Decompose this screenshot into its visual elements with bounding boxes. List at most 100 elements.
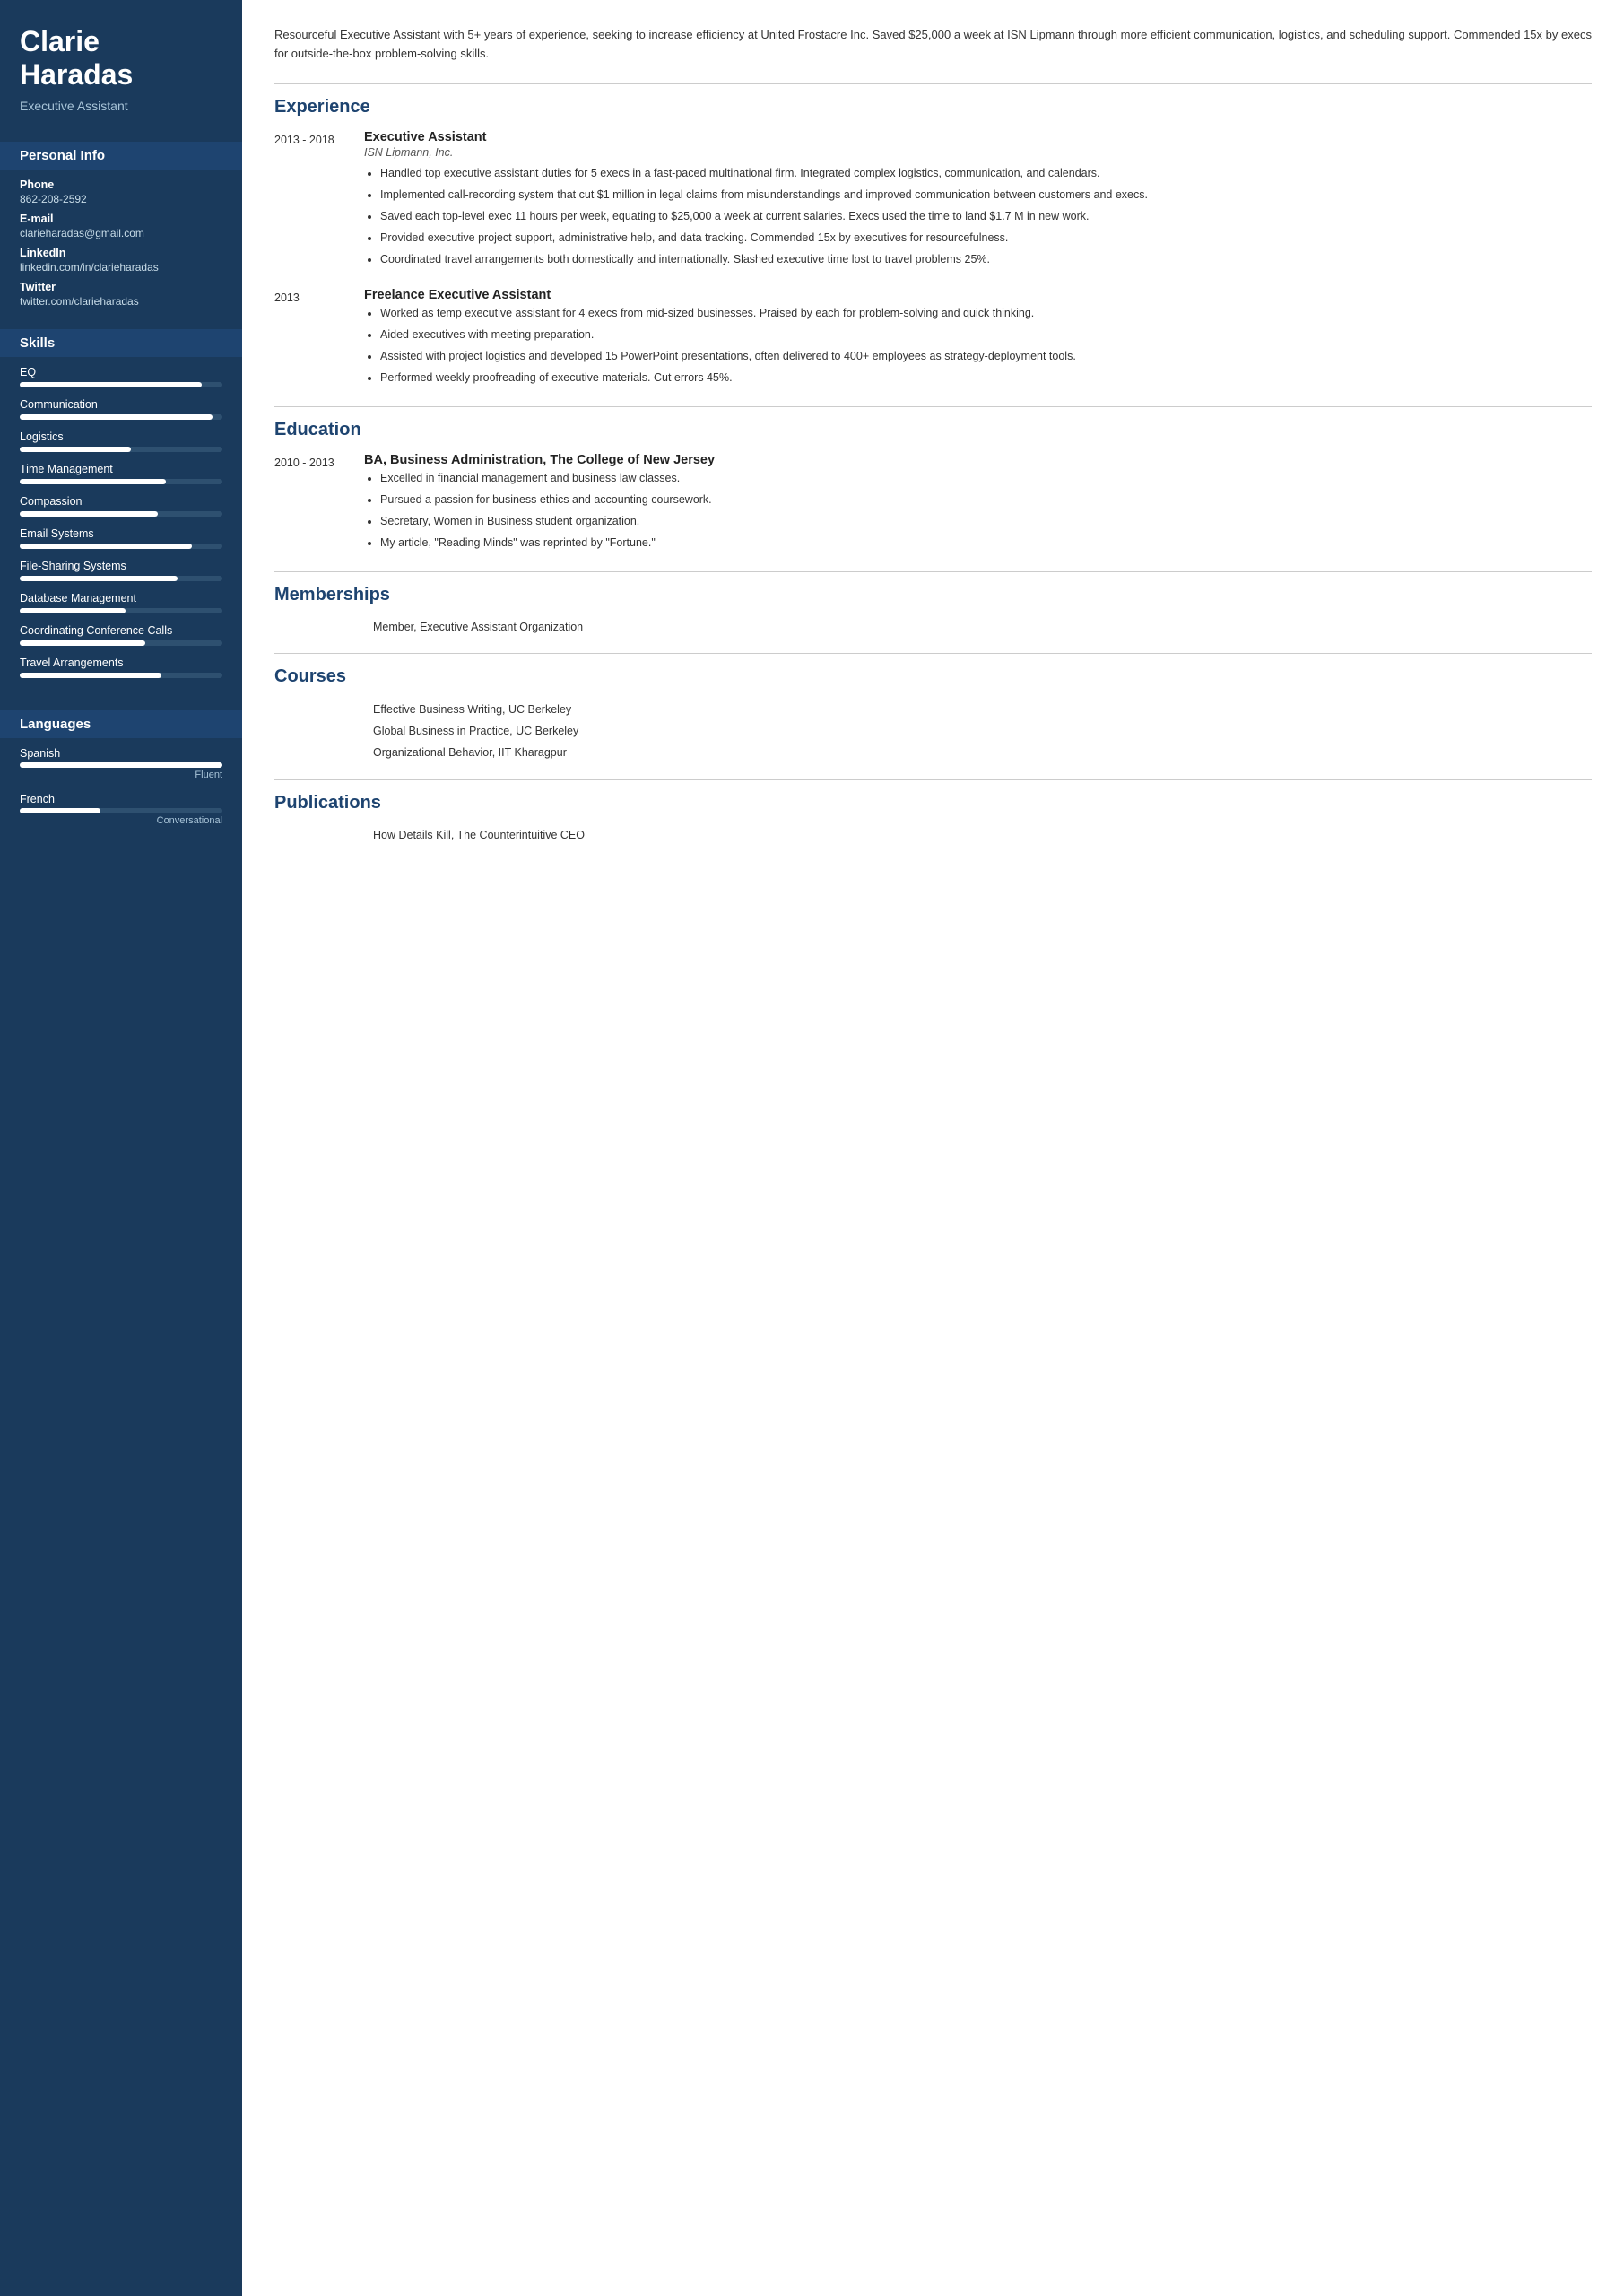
skill-name: Logistics — [20, 430, 222, 443]
skill-name: Email Systems — [20, 527, 222, 540]
skill-bar-bg — [20, 673, 222, 678]
languages-heading: Languages — [0, 710, 242, 738]
email-label: E-mail — [20, 213, 222, 225]
skill-item: Communication — [20, 398, 222, 420]
bullet: My article, "Reading Minds" was reprinte… — [380, 534, 1592, 552]
bullet: Provided executive project support, admi… — [380, 229, 1592, 247]
skill-bar-fill — [20, 479, 166, 484]
entry-body: BA, Business Administration, The College… — [364, 453, 1592, 555]
sidebar: Clarie Haradas Executive Assistant Perso… — [0, 0, 242, 2296]
publication-item: How Details Kill, The Counterintuitive C… — [274, 826, 1592, 845]
course-item: Organizational Behavior, IIT Kharagpur — [373, 743, 1592, 764]
bullet: Coordinated travel arrangements both dom… — [380, 250, 1592, 268]
skills-list: EQ Communication Logistics Time Manageme… — [20, 366, 222, 678]
course-item: Effective Business Writing, UC Berkeley — [373, 700, 1592, 721]
courses-heading: Courses — [274, 666, 1592, 687]
skill-bar-fill — [20, 382, 202, 387]
bullet: Handled top executive assistant duties f… — [380, 164, 1592, 182]
entry-body: Executive Assistant ISN Lipmann, Inc. Ha… — [364, 130, 1592, 272]
memberships-heading: Memberships — [274, 585, 1592, 605]
linkedin-label: LinkedIn — [20, 247, 222, 259]
entry-company: ISN Lipmann, Inc. — [364, 146, 1592, 159]
bullet: Aided executives with meeting preparatio… — [380, 326, 1592, 344]
skill-item: File-Sharing Systems — [20, 560, 222, 581]
entry-date: 2013 — [274, 288, 364, 390]
summary: Resourceful Executive Assistant with 5+ … — [274, 25, 1592, 64]
language-bar-fill — [20, 762, 222, 768]
skill-item: EQ — [20, 366, 222, 387]
skill-item: Time Management — [20, 463, 222, 484]
publications-heading: Publications — [274, 793, 1592, 813]
language-name: French — [20, 793, 222, 805]
bullet: Worked as temp executive assistant for 4… — [380, 304, 1592, 322]
skill-bar-bg — [20, 479, 222, 484]
skill-item: Email Systems — [20, 527, 222, 549]
courses-list-ul: Effective Business Writing, UC BerkeleyG… — [274, 700, 1592, 763]
divider-courses — [274, 653, 1592, 654]
language-bar-fill — [20, 808, 100, 813]
skill-bar-fill — [20, 447, 131, 452]
experience-heading: Experience — [274, 97, 1592, 117]
entry: 2013 - 2018 Executive Assistant ISN Lipm… — [274, 130, 1592, 272]
skill-bar-bg — [20, 511, 222, 517]
personal-info-heading: Personal Info — [0, 142, 242, 170]
skill-name: File-Sharing Systems — [20, 560, 222, 572]
education-entries: 2010 - 2013 BA, Business Administration,… — [274, 453, 1592, 555]
skills-section: Skills EQ Communication Logistics Time M… — [0, 317, 242, 698]
divider-publications — [274, 779, 1592, 780]
linkedin-value: linkedin.com/in/clarieharadas — [20, 261, 222, 274]
entry-title: Freelance Executive Assistant — [364, 288, 1592, 302]
entry-date: 2013 - 2018 — [274, 130, 364, 272]
divider-education — [274, 406, 1592, 407]
sidebar-header: Clarie Haradas Executive Assistant — [0, 0, 242, 129]
language-name: Spanish — [20, 747, 222, 760]
skill-bar-fill — [20, 608, 126, 613]
phone-value: 862-208-2592 — [20, 193, 222, 205]
skill-bar-fill — [20, 544, 192, 549]
entry-bullets: Excelled in financial management and bus… — [364, 469, 1592, 552]
language-level: Conversational — [20, 815, 222, 826]
entry: 2010 - 2013 BA, Business Administration,… — [274, 453, 1592, 555]
skill-name: Database Management — [20, 592, 222, 604]
membership-item: Member, Executive Assistant Organization — [274, 618, 1592, 637]
main-content: Resourceful Executive Assistant with 5+ … — [242, 0, 1624, 2296]
experience-entries: 2013 - 2018 Executive Assistant ISN Lipm… — [274, 130, 1592, 390]
candidate-name: Clarie Haradas — [20, 25, 222, 91]
entry: 2013 Freelance Executive Assistant Worke… — [274, 288, 1592, 390]
courses-list: Effective Business Writing, UC BerkeleyG… — [274, 700, 1592, 763]
memberships-list: Member, Executive Assistant Organization — [274, 618, 1592, 637]
languages-section: Languages Spanish Fluent French Conversa… — [0, 698, 242, 848]
skill-item: Logistics — [20, 430, 222, 452]
skill-item: Travel Arrangements — [20, 657, 222, 678]
twitter-value: twitter.com/clarieharadas — [20, 295, 222, 308]
skill-item: Coordinating Conference Calls — [20, 624, 222, 646]
skills-heading: Skills — [0, 329, 242, 357]
skill-bar-fill — [20, 414, 213, 420]
language-bar-bg — [20, 808, 222, 813]
skill-bar-fill — [20, 673, 161, 678]
bullet: Performed weekly proofreading of executi… — [380, 369, 1592, 387]
skill-name: Compassion — [20, 495, 222, 508]
skill-bar-bg — [20, 447, 222, 452]
skill-item: Compassion — [20, 495, 222, 517]
entry-date: 2010 - 2013 — [274, 453, 364, 555]
email-value: clarieharadas@gmail.com — [20, 227, 222, 239]
skill-bar-fill — [20, 576, 178, 581]
bullet: Excelled in financial management and bus… — [380, 469, 1592, 487]
skill-name: Coordinating Conference Calls — [20, 624, 222, 637]
twitter-label: Twitter — [20, 281, 222, 293]
language-level: Fluent — [20, 770, 222, 780]
education-heading: Education — [274, 420, 1592, 440]
entry-bullets: Worked as temp executive assistant for 4… — [364, 304, 1592, 387]
skill-name: Communication — [20, 398, 222, 411]
skill-bar-bg — [20, 640, 222, 646]
bullet: Pursued a passion for business ethics an… — [380, 491, 1592, 509]
skill-bar-fill — [20, 640, 145, 646]
bullet: Secretary, Women in Business student org… — [380, 512, 1592, 530]
skill-name: Time Management — [20, 463, 222, 475]
entry-body: Freelance Executive Assistant Worked as … — [364, 288, 1592, 390]
skill-bar-bg — [20, 576, 222, 581]
candidate-title: Executive Assistant — [20, 99, 222, 113]
entry-title: BA, Business Administration, The College… — [364, 453, 1592, 467]
bullet: Saved each top-level exec 11 hours per w… — [380, 207, 1592, 225]
